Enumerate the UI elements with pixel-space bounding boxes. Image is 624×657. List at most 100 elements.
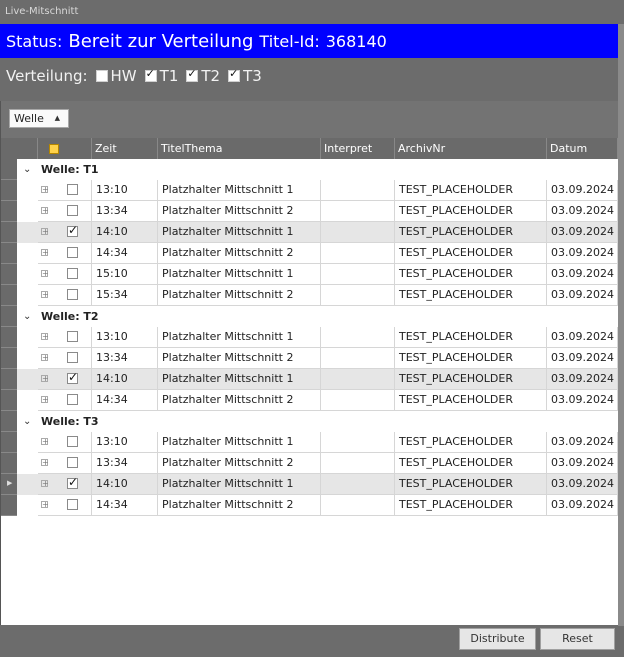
cell-archivnr[interactable]: TEST_PLACEHOLDER xyxy=(395,243,547,264)
row-checkbox[interactable] xyxy=(67,370,78,384)
cell-titelthema[interactable]: Platzhalter Mittschnitt 2 xyxy=(158,390,321,411)
cell-datum[interactable]: 03.09.2024 xyxy=(547,495,618,516)
cell-titelthema[interactable]: Platzhalter Mittschnitt 1 xyxy=(158,369,321,390)
cell-interpret[interactable] xyxy=(321,348,395,369)
cell-datum[interactable]: 03.09.2024 xyxy=(547,180,618,201)
cell-interpret[interactable] xyxy=(321,243,395,264)
cell-archivnr[interactable]: TEST_PLACEHOLDER xyxy=(395,495,547,516)
chevron-down-icon[interactable]: ⌄ xyxy=(23,159,31,180)
table-row[interactable]: +13:10 Platzhalter Mittschnitt 1 TEST_PLAC… xyxy=(1,180,618,201)
verteilung-option-t2[interactable]: T2 xyxy=(186,67,220,85)
cell-interpret[interactable] xyxy=(321,222,395,243)
cell-titelthema[interactable]: Platzhalter Mittschnitt 1 xyxy=(158,432,321,453)
table-row[interactable]: +13:10 Platzhalter Mittschnitt 1 TEST_PLAC… xyxy=(1,432,618,453)
table-row[interactable]: ▶+14:10Platzhalter Mittschnitt 1TEST_PLA… xyxy=(1,474,618,495)
chevron-down-icon[interactable]: ⌄ xyxy=(23,306,31,327)
checkbox[interactable] xyxy=(228,67,241,82)
cell-titelthema[interactable]: Platzhalter Mittschnitt 2 xyxy=(158,201,321,222)
header-col-zeit[interactable]: Zeit xyxy=(92,138,158,159)
table-row[interactable]: +14:34 Platzhalter Mittschnitt 2 TEST_PLAC… xyxy=(1,495,618,516)
row-checkbox[interactable] xyxy=(67,436,78,447)
cell-titelthema[interactable]: Platzhalter Mittschnitt 1 xyxy=(158,222,321,243)
cell-archivnr[interactable]: TEST_PLACEHOLDER xyxy=(395,390,547,411)
row-checkbox[interactable] xyxy=(67,352,78,363)
cell-datum[interactable]: 03.09.2024 xyxy=(547,474,618,495)
cell-archivnr[interactable]: TEST_PLACEHOLDER xyxy=(395,201,547,222)
cell-datum[interactable]: 03.09.2024 xyxy=(547,453,618,474)
cell-zeit[interactable]: 13:10 xyxy=(92,327,158,348)
table-row[interactable]: +14:34 Platzhalter Mittschnitt 2 TEST_PLAC… xyxy=(1,243,618,264)
header-col-archivnr[interactable]: ArchivNr xyxy=(395,138,547,159)
cell-interpret[interactable] xyxy=(321,264,395,285)
cell-datum[interactable]: 03.09.2024 xyxy=(547,369,618,390)
cell-titelthema[interactable]: Platzhalter Mittschnitt 2 xyxy=(158,285,321,306)
cell-interpret[interactable] xyxy=(321,369,395,390)
verteilung-option-hw[interactable]: HW xyxy=(95,67,137,85)
cell-zeit[interactable]: 14:10 xyxy=(92,369,158,390)
table-row[interactable]: +15:34 Platzhalter Mittschnitt 2 TEST_PLAC… xyxy=(1,285,618,306)
cell-archivnr[interactable]: TEST_PLACEHOLDER xyxy=(395,264,547,285)
verteilung-option-t1[interactable]: T1 xyxy=(144,67,178,85)
group-row[interactable]: ⌄ Welle: T1 xyxy=(1,159,618,180)
cell-zeit[interactable]: 13:34 xyxy=(92,348,158,369)
cell-zeit[interactable]: 15:10 xyxy=(92,264,158,285)
row-checkbox[interactable] xyxy=(67,475,78,489)
cell-zeit[interactable]: 14:10 xyxy=(92,222,158,243)
cell-zeit[interactable]: 13:10 xyxy=(92,432,158,453)
chevron-down-icon[interactable]: ⌄ xyxy=(23,411,31,432)
row-checkbox[interactable] xyxy=(67,289,78,300)
cell-interpret[interactable] xyxy=(321,453,395,474)
checkbox[interactable] xyxy=(95,70,108,82)
row-checkbox[interactable] xyxy=(67,499,78,510)
verteilung-option-t3[interactable]: T3 xyxy=(228,67,262,85)
cell-archivnr[interactable]: TEST_PLACEHOLDER xyxy=(395,453,547,474)
table-row[interactable]: +13:10 Platzhalter Mittschnitt 1 TEST_PLAC… xyxy=(1,327,618,348)
cell-zeit[interactable]: 14:34 xyxy=(92,243,158,264)
cell-interpret[interactable] xyxy=(321,201,395,222)
cell-datum[interactable]: 03.09.2024 xyxy=(547,222,618,243)
table-row[interactable]: +13:34 Platzhalter Mittschnitt 2 TEST_PLAC… xyxy=(1,201,618,222)
row-checkbox[interactable] xyxy=(67,247,78,258)
row-checkbox[interactable] xyxy=(67,223,78,237)
cell-archivnr[interactable]: TEST_PLACEHOLDER xyxy=(395,474,547,495)
cell-archivnr[interactable]: TEST_PLACEHOLDER xyxy=(395,369,547,390)
cell-datum[interactable]: 03.09.2024 xyxy=(547,201,618,222)
cell-zeit[interactable]: 14:34 xyxy=(92,390,158,411)
cell-archivnr[interactable]: TEST_PLACEHOLDER xyxy=(395,222,547,243)
cell-titelthema[interactable]: Platzhalter Mittschnitt 2 xyxy=(158,243,321,264)
cell-datum[interactable]: 03.09.2024 xyxy=(547,264,618,285)
group-row[interactable]: ⌄ Welle: T2 xyxy=(1,306,618,327)
header-select-all[interactable] xyxy=(38,138,92,159)
group-by-welle-button[interactable]: Welle ▲ xyxy=(9,109,69,128)
table-row[interactable]: +15:10 Platzhalter Mittschnitt 1 TEST_PLAC… xyxy=(1,264,618,285)
header-col-titelthema[interactable]: TitelThema xyxy=(158,138,321,159)
checkbox[interactable] xyxy=(186,67,199,82)
row-checkbox[interactable] xyxy=(67,268,78,279)
cell-zeit[interactable]: 13:34 xyxy=(92,453,158,474)
cell-titelthema[interactable]: Platzhalter Mittschnitt 1 xyxy=(158,474,321,495)
cell-archivnr[interactable]: TEST_PLACEHOLDER xyxy=(395,327,547,348)
table-row[interactable]: +13:34 Platzhalter Mittschnitt 2 TEST_PLAC… xyxy=(1,348,618,369)
cell-zeit[interactable]: 15:34 xyxy=(92,285,158,306)
cell-interpret[interactable] xyxy=(321,180,395,201)
cell-zeit[interactable]: 14:34 xyxy=(92,495,158,516)
cell-titelthema[interactable]: Platzhalter Mittschnitt 1 xyxy=(158,180,321,201)
group-row[interactable]: ⌄ Welle: T3 xyxy=(1,411,618,432)
select-all-icon[interactable] xyxy=(49,144,59,154)
cell-titelthema[interactable]: Platzhalter Mittschnitt 1 xyxy=(158,264,321,285)
cell-interpret[interactable] xyxy=(321,495,395,516)
cell-datum[interactable]: 03.09.2024 xyxy=(547,285,618,306)
row-checkbox[interactable] xyxy=(67,205,78,216)
table-row[interactable]: +14:10Platzhalter Mittschnitt 1TEST_PLAC… xyxy=(1,369,618,390)
row-checkbox[interactable] xyxy=(67,394,78,405)
header-col-datum[interactable]: Datum xyxy=(547,138,618,159)
cell-zeit[interactable]: 13:34 xyxy=(92,201,158,222)
cell-interpret[interactable] xyxy=(321,390,395,411)
cell-titelthema[interactable]: Platzhalter Mittschnitt 2 xyxy=(158,495,321,516)
cell-archivnr[interactable]: TEST_PLACEHOLDER xyxy=(395,180,547,201)
cell-titelthema[interactable]: Platzhalter Mittschnitt 1 xyxy=(158,327,321,348)
cell-archivnr[interactable]: TEST_PLACEHOLDER xyxy=(395,285,547,306)
header-col-interpret[interactable]: Interpret xyxy=(321,138,395,159)
cell-interpret[interactable] xyxy=(321,432,395,453)
distribute-button[interactable]: Distribute xyxy=(459,628,536,650)
